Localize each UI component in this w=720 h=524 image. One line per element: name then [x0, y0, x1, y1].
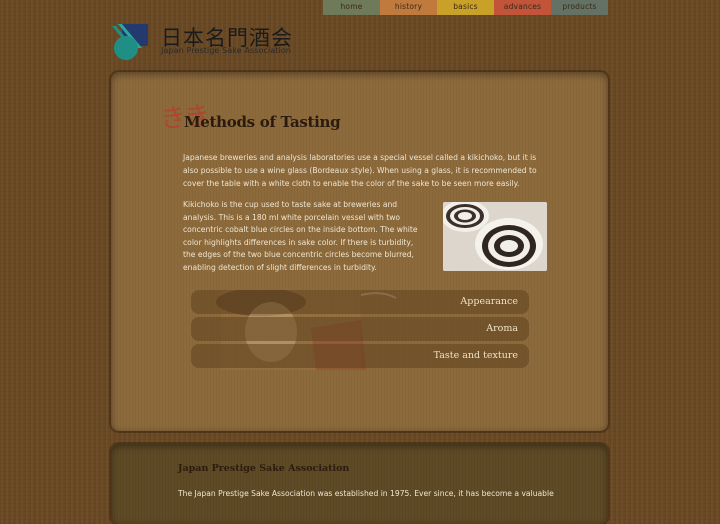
accordion-taste-and-texture[interactable]: Taste and texture [191, 344, 529, 368]
tab-home[interactable]: home [323, 0, 380, 15]
tab-products[interactable]: products [551, 0, 608, 15]
kikichoko-photo [443, 202, 547, 271]
kikichoko-cup-image [443, 202, 547, 271]
logo-english-text: Japan Prestige Sake Association [161, 45, 291, 55]
logo-mark-icon [112, 24, 148, 60]
accordion-appearance[interactable]: Appearance [191, 290, 529, 314]
accordion-aroma[interactable]: Aroma [191, 317, 529, 341]
tab-basics[interactable]: basics [437, 0, 494, 15]
top-nav: home history basics advances products [323, 0, 608, 15]
site-logo[interactable]: 日本名門酒会 Japan Prestige Sake Association [110, 22, 300, 62]
association-title: Japan Prestige Sake Association [178, 463, 350, 474]
kikichoko-paragraph: Kikichoko is the cup used to taste sake … [183, 200, 418, 272]
tab-advances[interactable]: advances [494, 0, 551, 15]
page-title: Methods of Tasting [184, 113, 341, 131]
tab-history[interactable]: history [380, 0, 437, 15]
association-text: The Japan Prestige Sake Association was … [178, 489, 554, 498]
intro-paragraph: Japanese breweries and analysis laborato… [183, 153, 537, 188]
association-panel [111, 444, 608, 524]
